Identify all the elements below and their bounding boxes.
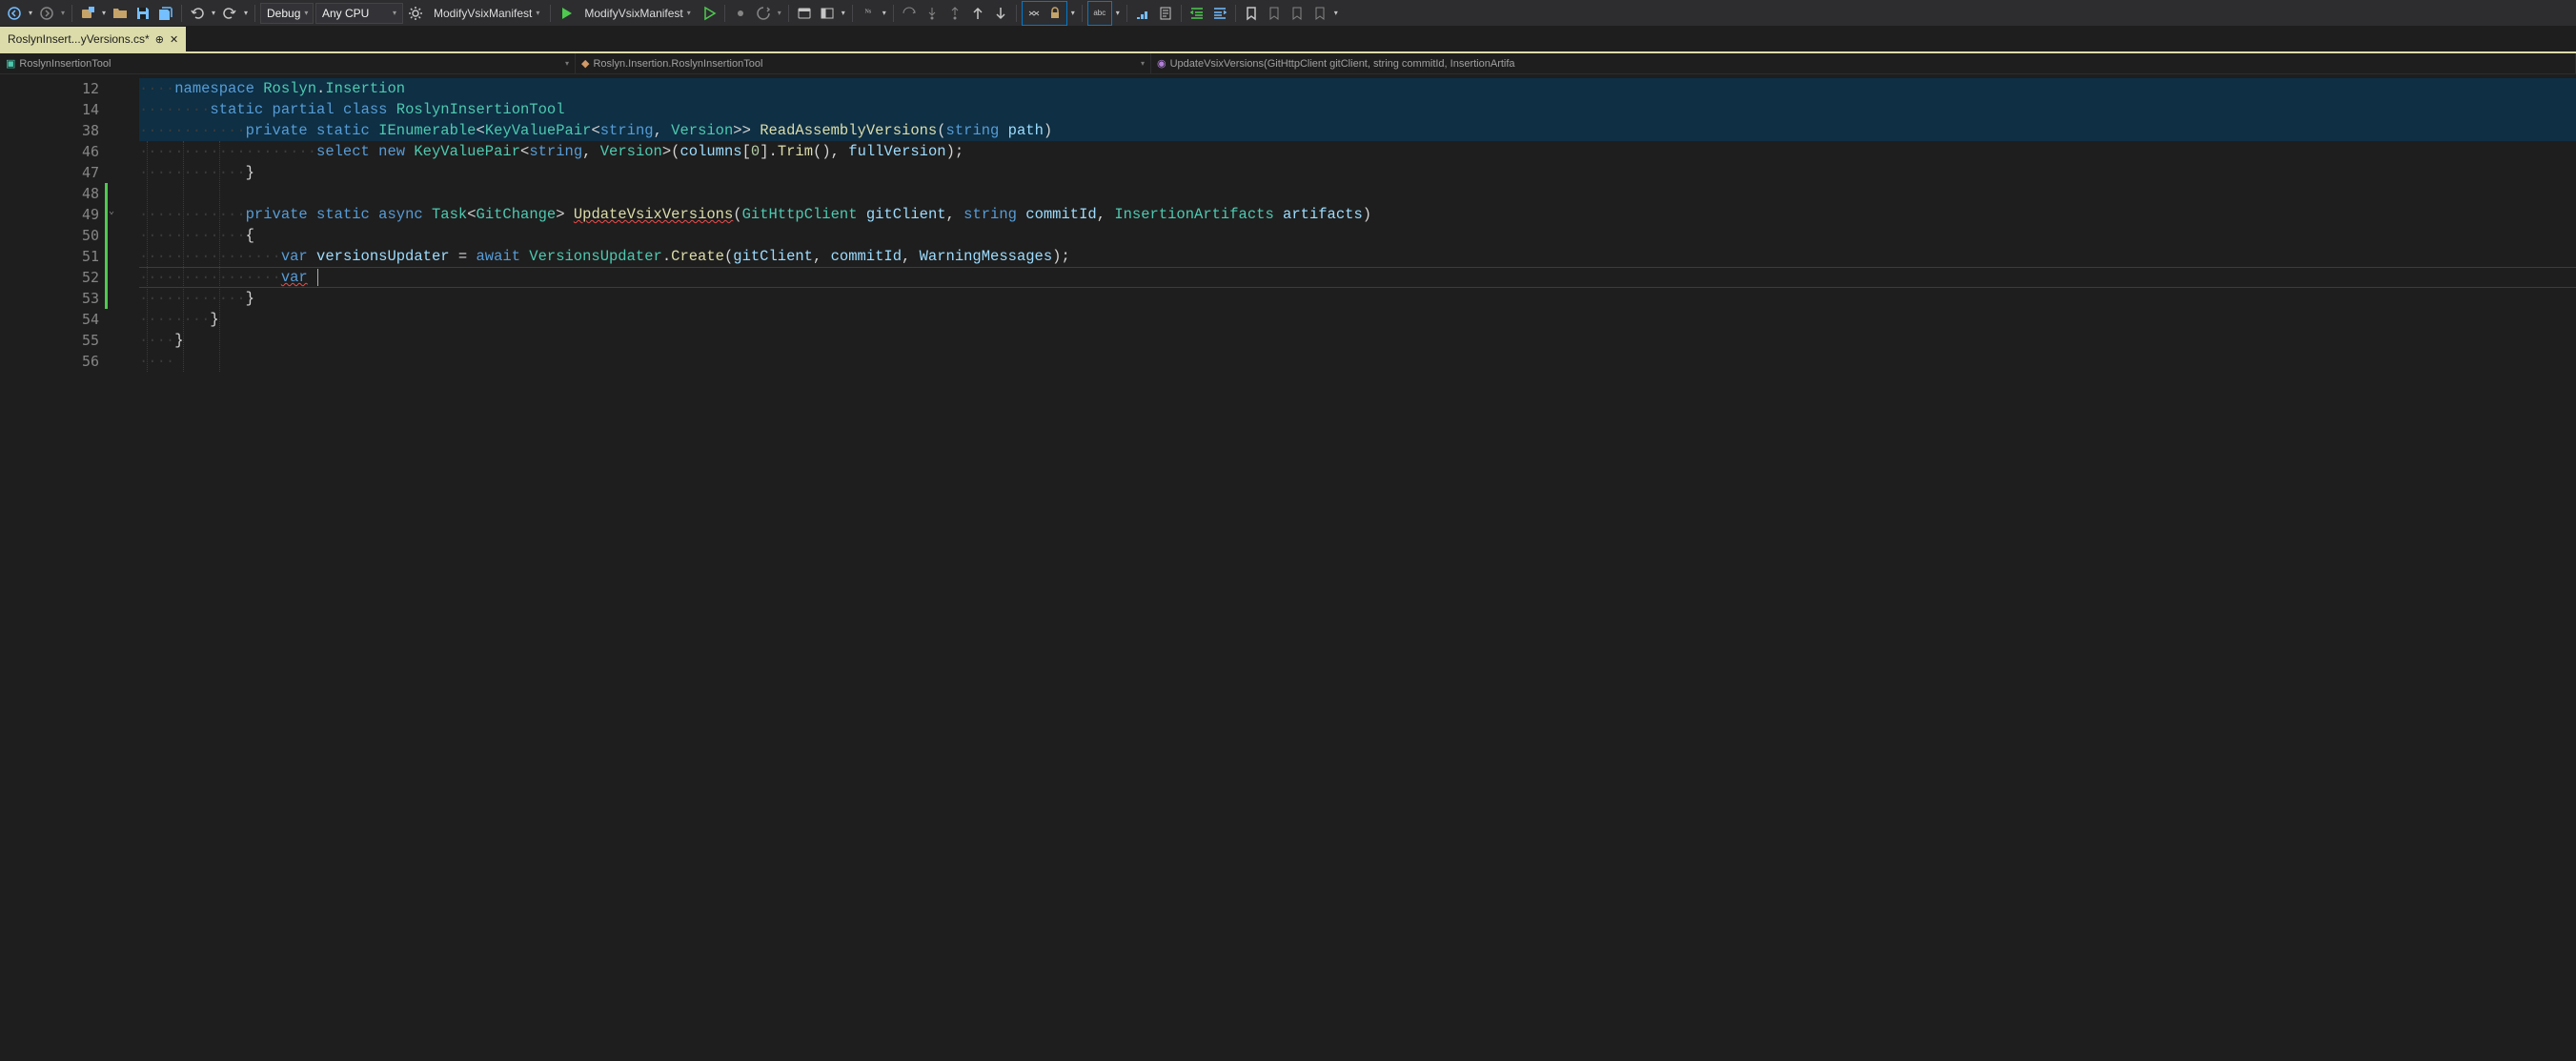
code-line[interactable]: ····namespace Roslyn.Insertion — [139, 78, 2576, 99]
solution-platform-combo[interactable]: Any CPU ▾ — [315, 3, 403, 24]
code-line[interactable]: ···· — [139, 351, 2576, 372]
code-area[interactable]: ····namespace Roslyn.Insertion········st… — [139, 74, 2576, 1061]
line-number: 14 — [10, 99, 105, 120]
dock-button[interactable] — [817, 3, 838, 24]
debug-target-button — [730, 3, 751, 24]
csharp-project-icon: ▣ — [6, 57, 15, 70]
tab-title: RoslynInsert...yVersions.cs* — [8, 32, 150, 46]
lock-icon[interactable] — [1045, 3, 1065, 24]
line-number: 38 — [10, 120, 105, 141]
arrow-down-icon[interactable] — [990, 3, 1011, 24]
solution-config-value: Debug — [267, 7, 300, 20]
start-debug-button[interactable] — [556, 3, 577, 24]
navigation-bar: ▣ RoslynInsertionTool ▾ ◆ Roslyn.Inserti… — [0, 53, 2576, 74]
new-project-button[interactable] — [77, 3, 98, 24]
method-icon: ◉ — [1157, 57, 1166, 70]
redo-button[interactable] — [219, 3, 240, 24]
code-line[interactable]: ············private static async Task<Gi… — [139, 204, 2576, 225]
code-line[interactable]: ············} — [139, 288, 2576, 309]
line-number: 12 — [10, 78, 105, 99]
line-number-gutter: 1214384647484950515253545556 — [10, 74, 105, 1061]
code-editor: 1214384647484950515253545556 ⌄ ····names… — [0, 74, 2576, 1061]
startup-project-gear-icon[interactable] — [405, 3, 426, 24]
nav-back-button[interactable] — [4, 3, 25, 24]
highlighted-button-group-1 — [1022, 1, 1067, 26]
build-icon[interactable] — [1132, 3, 1153, 24]
collapse-icon[interactable] — [1024, 3, 1045, 24]
undo-dropdown[interactable]: ▾ — [210, 9, 217, 17]
solution-platform-value: Any CPU — [322, 7, 369, 20]
code-line[interactable]: ················var — [139, 267, 2576, 288]
code-line[interactable]: ····} — [139, 330, 2576, 351]
line-number: 53 — [10, 288, 105, 309]
step-out-icon — [944, 3, 965, 24]
bookmark-clear-icon — [1309, 3, 1330, 24]
browser-link-button[interactable] — [794, 3, 815, 24]
open-file-button[interactable] — [110, 3, 131, 24]
save-button[interactable] — [132, 3, 153, 24]
nav-forward-button — [36, 3, 57, 24]
startup-project-combo[interactable]: ModifyVsixManifest ▾ — [428, 3, 545, 24]
breadcrumb-type[interactable]: ◆ Roslyn.Insertion.RoslynInsertionTool ▾ — [576, 53, 1151, 73]
start-without-debug-button[interactable] — [699, 3, 720, 24]
code-line[interactable]: ············{ — [139, 225, 2576, 246]
main-toolbar: ▾ ▾ ▾ ▾ ▾ Debug ▾ Any CPU ▾ ModifyVsixMa… — [0, 0, 2576, 27]
line-number: 46 — [10, 141, 105, 162]
step-into-icon — [922, 3, 943, 24]
hot-reload-button — [753, 3, 774, 24]
new-project-dropdown[interactable]: ▾ — [100, 9, 108, 17]
line-number: 55 — [10, 330, 105, 351]
bookmark-prev-icon — [1264, 3, 1285, 24]
code-line[interactable]: ········static partial class RoslynInser… — [139, 99, 2576, 120]
save-all-button[interactable] — [155, 3, 176, 24]
line-number: 47 — [10, 162, 105, 183]
arrow-up-icon[interactable] — [967, 3, 988, 24]
breadcrumb-member[interactable]: ◉ UpdateVsixVersions(GitHttpClient gitCl… — [1151, 53, 2576, 73]
line-number: 51 — [10, 246, 105, 267]
redo-dropdown[interactable]: ▾ — [242, 9, 250, 17]
indent-left-icon[interactable] — [1187, 3, 1207, 24]
nav-back-dropdown[interactable]: ▾ — [27, 9, 34, 17]
line-number: 56 — [10, 351, 105, 372]
code-line[interactable]: ················var versionsUpdater = aw… — [139, 246, 2576, 267]
namespace-icon[interactable]: ᴺˢ — [858, 3, 879, 24]
code-line[interactable]: ············} — [139, 162, 2576, 183]
start-debug-label[interactable]: ModifyVsixManifest ▾ — [578, 3, 696, 24]
bookmark-icon[interactable] — [1241, 3, 1262, 24]
line-number: 50 — [10, 225, 105, 246]
startup-project-value: ModifyVsixManifest — [434, 7, 532, 20]
code-line[interactable]: ········} — [139, 309, 2576, 330]
breadcrumb-project[interactable]: ▣ RoslynInsertionTool ▾ — [0, 53, 576, 73]
document-tabs: RoslynInsert...yVersions.cs* ⊕ ✕ — [0, 27, 2576, 53]
change-indicator — [105, 183, 108, 309]
line-number: 54 — [10, 309, 105, 330]
bookmark-next-icon — [1287, 3, 1308, 24]
code-line[interactable]: ············private static IEnumerable<K… — [139, 120, 2576, 141]
outline-margin: ⌄ — [105, 74, 139, 1061]
abc-icon[interactable]: abc — [1089, 3, 1110, 24]
line-number: 49 — [10, 204, 105, 225]
step-over-icon — [899, 3, 920, 24]
indent-right-icon[interactable] — [1209, 3, 1230, 24]
nav-forward-dropdown: ▾ — [59, 9, 67, 17]
line-number: 48 — [10, 183, 105, 204]
active-tab[interactable]: RoslynInsert...yVersions.cs* ⊕ ✕ — [0, 27, 186, 51]
class-icon: ◆ — [581, 57, 589, 70]
code-line[interactable] — [139, 183, 2576, 204]
undo-button[interactable] — [187, 3, 208, 24]
document-icon[interactable] — [1155, 3, 1176, 24]
solution-config-combo[interactable]: Debug ▾ — [260, 3, 314, 24]
pin-tab-icon[interactable]: ⊕ — [155, 33, 164, 46]
highlighted-button-group-2: abc — [1087, 1, 1112, 26]
code-line[interactable]: ····················select new KeyValueP… — [139, 141, 2576, 162]
close-tab-icon[interactable]: ✕ — [170, 33, 178, 46]
line-number: 52 — [10, 267, 105, 288]
